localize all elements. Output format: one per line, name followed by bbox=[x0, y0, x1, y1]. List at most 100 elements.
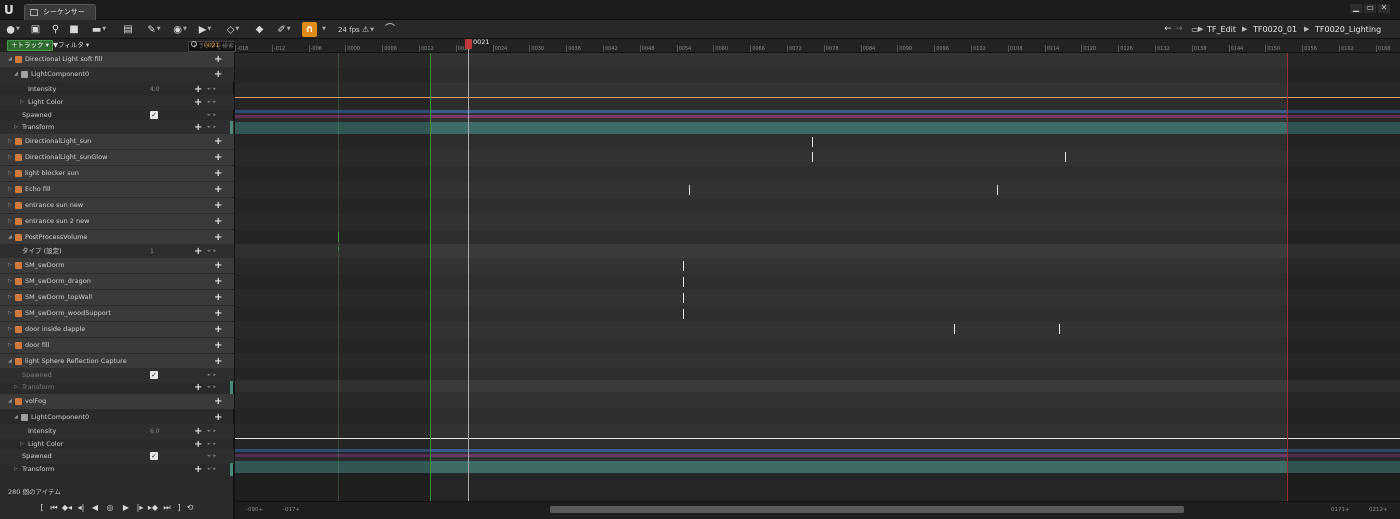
breadcrumb-tf0020-01[interactable]: TF0020_01 bbox=[1253, 22, 1297, 37]
current-frame-display[interactable]: 0021 bbox=[204, 40, 219, 51]
breadcrumb-tf-edit[interactable]: TF_Edit bbox=[1207, 22, 1236, 37]
play-icon[interactable]: ▶ bbox=[120, 501, 132, 514]
jump-to-start-icon[interactable]: ⏮ bbox=[48, 501, 60, 514]
prev-key-icon[interactable]: ◆◂ bbox=[61, 501, 73, 514]
expand-arrow-icon[interactable]: ▷ bbox=[8, 322, 12, 337]
key-navigation-icon[interactable]: ◂◦▸ bbox=[207, 462, 216, 477]
keyframe[interactable] bbox=[338, 247, 339, 250]
keyframe[interactable] bbox=[338, 232, 339, 242]
expand-arrow-icon[interactable]: ▷ bbox=[8, 214, 12, 229]
next-key-icon[interactable]: ▸◆ bbox=[147, 501, 159, 514]
add-track-icon[interactable]: + bbox=[214, 166, 222, 181]
maximize-button[interactable]: ▭ bbox=[1364, 4, 1376, 13]
view-range-end[interactable]: 0212+ bbox=[1369, 507, 1388, 513]
track-row[interactable]: ▷ door fill + bbox=[0, 338, 234, 353]
view-options-icon[interactable]: ◉▼ bbox=[170, 22, 190, 37]
expand-arrow-icon[interactable]: ▷ bbox=[8, 306, 12, 321]
add-track-icon[interactable]: + bbox=[214, 67, 222, 82]
add-track-button[interactable]: ＋トラック ▾ bbox=[7, 40, 53, 51]
track-row[interactable]: タイプ (設定) 1 + ◂◦▸ bbox=[0, 244, 234, 259]
tools-icon[interactable]: ✎▼ bbox=[145, 22, 163, 37]
auto-key-icon[interactable]: ◆ bbox=[253, 22, 266, 37]
add-key-icon[interactable]: + bbox=[194, 244, 202, 259]
add-track-icon[interactable]: + bbox=[214, 182, 222, 197]
track-row[interactable]: ◢ Directional Light soft fill + bbox=[0, 52, 234, 67]
keyframe[interactable] bbox=[683, 293, 684, 303]
track-row[interactable]: ▷ SM_swDorm_woodSupport + bbox=[0, 306, 234, 321]
add-track-icon[interactable]: + bbox=[214, 134, 222, 149]
track-row[interactable]: ▷ Transform + ◂◦▸ bbox=[0, 120, 234, 135]
keyframe[interactable] bbox=[1059, 324, 1060, 334]
keyframe[interactable] bbox=[954, 324, 955, 334]
add-track-icon[interactable]: + bbox=[214, 354, 222, 369]
track-value[interactable]: 1 bbox=[150, 244, 154, 259]
keyframe[interactable] bbox=[683, 277, 684, 287]
jump-to-end-icon[interactable]: ⏭ bbox=[161, 501, 173, 514]
add-track-icon[interactable]: + bbox=[214, 150, 222, 165]
track-row[interactable]: ▷ Transform + ◂◦▸ bbox=[0, 380, 234, 395]
find-in-content-browser-icon[interactable]: ⚲ bbox=[49, 22, 62, 37]
keyframe[interactable] bbox=[812, 137, 813, 147]
forward-arrow-icon[interactable]: → bbox=[1174, 22, 1184, 37]
track-row[interactable]: ▷ SM_swDorm_dragon + bbox=[0, 274, 234, 289]
track-row[interactable]: ▷ entrance sun new + bbox=[0, 198, 234, 213]
set-start-icon[interactable]: [ bbox=[38, 501, 46, 514]
search-box[interactable] bbox=[94, 40, 295, 52]
view-range-start[interactable]: -090+ bbox=[246, 507, 263, 513]
add-track-icon[interactable]: + bbox=[214, 214, 222, 229]
loop-icon[interactable]: ⟲ bbox=[184, 501, 196, 514]
key-navigation-icon[interactable]: ◂◦▸ bbox=[207, 380, 216, 395]
key-options-icon[interactable]: ◇▼ bbox=[225, 22, 241, 37]
expand-arrow-icon[interactable]: ▷ bbox=[8, 182, 12, 197]
expand-arrow-icon[interactable]: ◢ bbox=[14, 67, 18, 82]
track-row[interactable]: ▷ DirectionalLight_sunGlow + bbox=[0, 150, 234, 165]
add-track-icon[interactable]: + bbox=[214, 322, 222, 337]
expand-arrow-icon[interactable]: ▷ bbox=[8, 290, 12, 305]
spawned-checkbox[interactable]: ✓ bbox=[150, 111, 158, 119]
scrollbar-thumb[interactable] bbox=[550, 506, 1184, 513]
track-row[interactable]: ▷ light blocker sun + bbox=[0, 166, 234, 181]
expand-arrow-icon[interactable]: ▷ bbox=[8, 134, 12, 149]
step-back-icon[interactable]: ◂| bbox=[75, 501, 87, 514]
add-track-icon[interactable]: + bbox=[214, 410, 222, 425]
expand-arrow-icon[interactable]: ▷ bbox=[14, 380, 18, 395]
back-arrow-icon[interactable]: ← bbox=[1163, 22, 1173, 37]
timeline-scrollbar[interactable]: -090+ -017+ 0171+ 0212+ bbox=[235, 501, 1400, 519]
time-ruler[interactable]: -018 -012 -006 0000 0006 0012 0018 0024 0030 0036… bbox=[235, 39, 1400, 53]
keyframe[interactable] bbox=[812, 152, 813, 162]
playback-end-marker[interactable] bbox=[1287, 53, 1288, 501]
working-range-start-marker[interactable] bbox=[338, 53, 339, 501]
key-navigation-icon[interactable]: ◂◦▸ bbox=[207, 120, 216, 135]
edit-mode-icon[interactable]: ✐▼ bbox=[275, 22, 293, 37]
working-range-end[interactable]: 0171+ bbox=[1331, 507, 1350, 513]
play-reverse-icon[interactable]: ◀ bbox=[89, 501, 101, 514]
add-track-icon[interactable]: + bbox=[214, 198, 222, 213]
add-track-icon[interactable]: + bbox=[214, 52, 222, 67]
track-row[interactable]: ▷ entrance sun 2 new + bbox=[0, 214, 234, 229]
expand-arrow-icon[interactable]: ◢ bbox=[8, 354, 12, 369]
keyframe[interactable] bbox=[1065, 152, 1066, 162]
track-row[interactable]: ◢ LightComponent0 + bbox=[0, 410, 234, 425]
add-track-icon[interactable]: + bbox=[214, 274, 222, 289]
fps-selector[interactable]: 24 fps ⚠▼ bbox=[335, 22, 377, 37]
filter-button[interactable]: ▼フィルタ ▾ bbox=[53, 40, 89, 51]
set-end-icon[interactable]: ] bbox=[175, 501, 183, 514]
working-range-start[interactable]: -017+ bbox=[283, 507, 300, 513]
track-row[interactable]: ◢ volFog + bbox=[0, 394, 234, 409]
expand-arrow-icon[interactable]: ▷ bbox=[8, 166, 12, 181]
snap-magnet-icon[interactable]: ∩ bbox=[302, 22, 317, 37]
record-icon[interactable]: ◎ bbox=[104, 501, 116, 514]
track-row[interactable]: ◢ light Sphere Reflection Capture + bbox=[0, 354, 234, 369]
minimize-button[interactable]: ▁ bbox=[1350, 4, 1362, 13]
expand-arrow-icon[interactable]: ▷ bbox=[8, 258, 12, 273]
spawned-checkbox[interactable]: ✓ bbox=[150, 452, 158, 460]
playback-options-icon[interactable]: ▶▼ bbox=[197, 22, 213, 37]
timeline-area[interactable]: -018 -012 -006 0000 0006 0012 0018 0024 0030 0036… bbox=[235, 39, 1400, 519]
key-navigation-icon[interactable]: ◂◦▸ bbox=[207, 244, 216, 259]
camera-icon[interactable]: ▬▼ bbox=[88, 22, 110, 37]
snap-options-dropdown[interactable]: ▼ bbox=[320, 22, 328, 37]
step-forward-icon[interactable]: |▸ bbox=[134, 501, 146, 514]
add-track-icon[interactable]: + bbox=[214, 394, 222, 409]
add-track-icon[interactable]: + bbox=[214, 306, 222, 321]
render-movie-icon[interactable]: ■ bbox=[67, 22, 81, 37]
